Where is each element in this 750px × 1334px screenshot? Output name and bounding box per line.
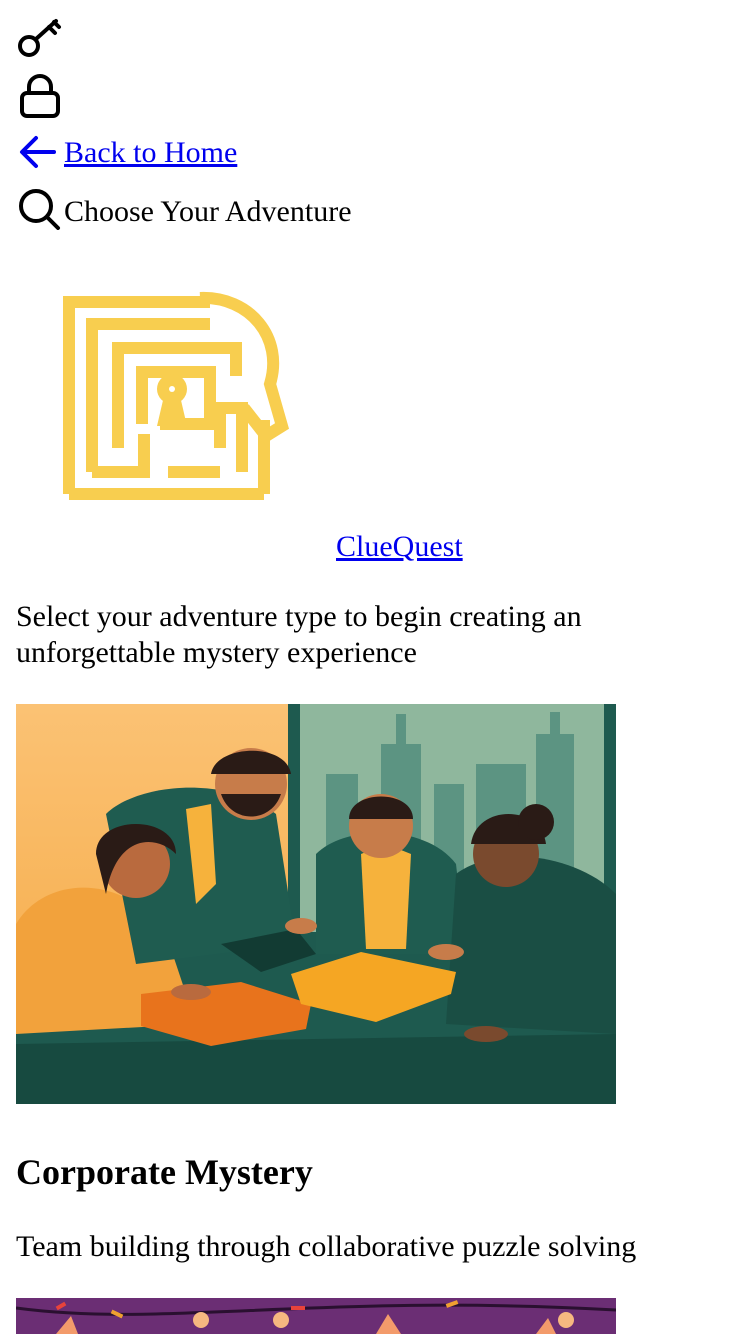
back-nav[interactable]: Back to Home bbox=[16, 134, 237, 172]
corporate-mystery-title: Corporate Mystery bbox=[16, 1152, 313, 1192]
cluequest-logo bbox=[60, 288, 292, 507]
key-icon[interactable] bbox=[16, 18, 64, 62]
corporate-mystery-image[interactable] bbox=[16, 704, 616, 1104]
search-icon[interactable] bbox=[16, 188, 62, 230]
intro-description: Select your adventure type to begin crea… bbox=[16, 600, 582, 669]
corporate-mystery-description: Team building through collaborative puzz… bbox=[16, 1230, 637, 1263]
brand-link[interactable]: ClueQuest bbox=[336, 532, 463, 562]
title-row: Choose Your Adventure bbox=[16, 188, 352, 230]
arrow-left-icon[interactable] bbox=[16, 134, 60, 172]
page-title: Choose Your Adventure bbox=[64, 195, 352, 228]
lock-icon[interactable] bbox=[18, 74, 62, 120]
party-adventure-image[interactable] bbox=[16, 1298, 616, 1334]
back-to-home-link[interactable]: Back to Home bbox=[64, 138, 237, 168]
